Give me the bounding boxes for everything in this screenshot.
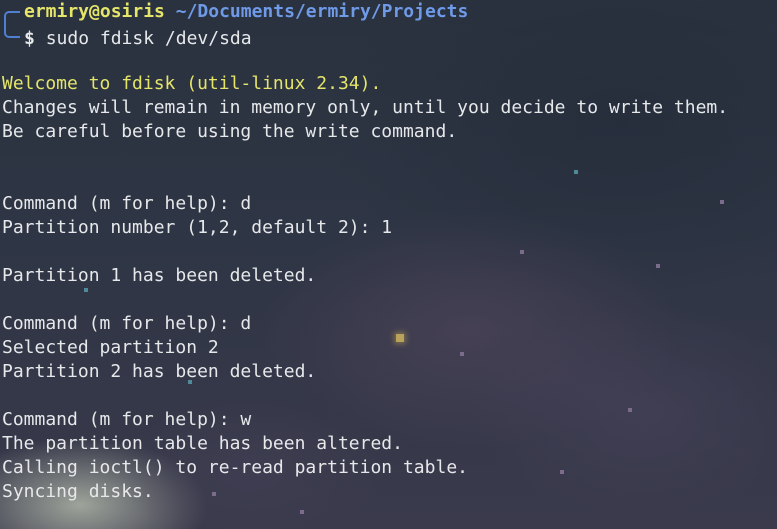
- prompt-cwd: ~/Documents/ermiry/Projects: [175, 1, 469, 22]
- output-line: Changes will remain in memory only, unti…: [2, 97, 729, 118]
- output-line: Partition 2 has been deleted.: [2, 361, 317, 382]
- output-line: Be careful before using the write comman…: [2, 121, 458, 142]
- prompt-user-host: ermiry@osiris: [24, 1, 165, 22]
- output-line: The partition table has been altered.: [2, 433, 403, 454]
- terminal-window[interactable]: ermiry@osiris ~/Documents/ermiry/Project…: [0, 0, 777, 504]
- prompt-header: ermiry@osiris ~/Documents/ermiry/Project…: [2, 0, 777, 25]
- output-line: Calling ioctl() to re-read partition tab…: [2, 457, 468, 478]
- output-command-prompt: Command (m for help): d: [2, 193, 252, 214]
- output-line: Selected partition 2: [2, 337, 219, 358]
- prompt-command-line: $ sudo fdisk /dev/sda: [2, 24, 777, 49]
- prompt-corner-bottom: [4, 24, 20, 38]
- output-line: Partition number (1,2, default 2): 1: [2, 217, 393, 238]
- command-text: sudo fdisk /dev/sda: [45, 28, 252, 49]
- output-command-prompt: Command (m for help): d: [2, 313, 252, 334]
- output-line: Syncing disks.: [2, 481, 154, 502]
- prompt-corner-top: [4, 11, 20, 25]
- output-welcome: Welcome to fdisk (util-linux 2.34).: [2, 73, 382, 94]
- prompt-symbol: $: [24, 28, 35, 49]
- pixel-star: [300, 510, 304, 514]
- output-command-prompt: Command (m for help): w: [2, 409, 252, 430]
- output-line: Partition 1 has been deleted.: [2, 265, 317, 286]
